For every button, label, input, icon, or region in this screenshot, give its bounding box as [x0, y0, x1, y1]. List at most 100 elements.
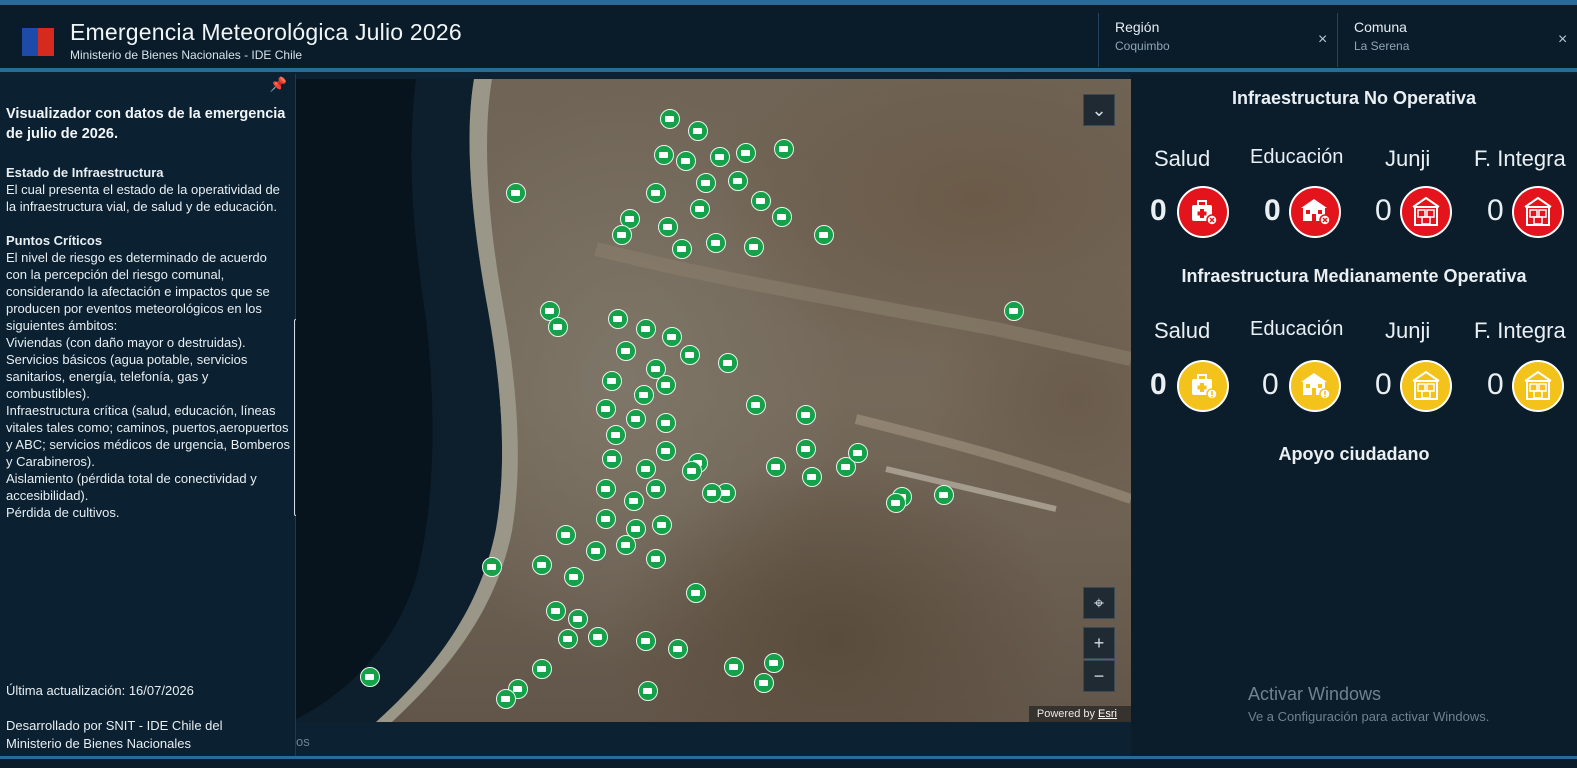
map-marker[interactable]: [662, 327, 682, 347]
map-marker[interactable]: [802, 467, 822, 487]
map-marker[interactable]: [660, 109, 680, 129]
esri-link[interactable]: Esri: [1098, 708, 1117, 720]
map-marker[interactable]: [558, 629, 578, 649]
map-marker[interactable]: [1004, 301, 1024, 321]
filter-region-label: Región: [1115, 19, 1160, 35]
map-marker[interactable]: [848, 443, 868, 463]
map-marker[interactable]: [568, 609, 588, 629]
map-marker[interactable]: [646, 479, 666, 499]
school-x-icon: [1289, 186, 1341, 238]
app-header: Emergencia Meteorológica Julio 2026 Mini…: [0, 0, 1577, 72]
medical-kit-warning-icon: [1177, 360, 1229, 412]
map-marker[interactable]: [796, 439, 816, 459]
map-marker[interactable]: [728, 171, 748, 191]
abc-blocks-icon: [1512, 360, 1564, 412]
map-marker[interactable]: [624, 491, 644, 511]
map-marker[interactable]: [676, 151, 696, 171]
map-marker[interactable]: [690, 199, 710, 219]
map-marker[interactable]: [796, 405, 816, 425]
map-marker[interactable]: [636, 459, 656, 479]
map-marker[interactable]: [718, 353, 738, 373]
map-marker[interactable]: [710, 147, 730, 167]
map-marker[interactable]: [548, 317, 568, 337]
bottom-bar: [0, 756, 1577, 768]
map-marker[interactable]: [672, 239, 692, 259]
attribution-prefix: Powered by: [1036, 708, 1099, 720]
map-marker[interactable]: [626, 409, 646, 429]
bottom-label: os: [296, 734, 310, 749]
map-marker[interactable]: [496, 689, 516, 709]
map-marker[interactable]: [546, 601, 566, 621]
map-marker[interactable]: [596, 479, 616, 499]
filter-region[interactable]: Región Coquimbo ×: [1115, 19, 1337, 63]
map-marker[interactable]: [656, 413, 676, 433]
map-view[interactable]: ⌄ ⌖ + − Powered by Esri: [296, 79, 1131, 722]
filter-comuna-clear-icon[interactable]: ×: [1558, 31, 1567, 49]
indicator-value: 0: [1150, 194, 1167, 227]
map-marker[interactable]: [688, 121, 708, 141]
map-marker[interactable]: [608, 309, 628, 329]
map-marker[interactable]: [706, 233, 726, 253]
expand-map-button[interactable]: ⌄: [1083, 94, 1115, 126]
info-panel-title: Visualizador con datos de la emergencia …: [6, 106, 286, 142]
map-marker[interactable]: [682, 461, 702, 481]
map-marker[interactable]: [766, 457, 786, 477]
locate-button[interactable]: ⌖: [1083, 587, 1115, 619]
map-marker[interactable]: [686, 583, 706, 603]
map-marker[interactable]: [934, 485, 954, 505]
map-marker[interactable]: [656, 441, 676, 461]
map-marker[interactable]: [654, 145, 674, 165]
map-marker[interactable]: [764, 653, 784, 673]
map-marker[interactable]: [602, 449, 622, 469]
map-marker[interactable]: [564, 567, 584, 587]
app-title: Emergencia Meteorológica Julio 2026: [70, 19, 462, 45]
map-marker[interactable]: [586, 541, 606, 561]
map-marker[interactable]: [596, 509, 616, 529]
map-marker[interactable]: [556, 525, 576, 545]
map-marker[interactable]: [602, 371, 622, 391]
map-marker[interactable]: [606, 425, 626, 445]
map-marker[interactable]: [814, 225, 834, 245]
map-marker[interactable]: [744, 237, 764, 257]
map-marker[interactable]: [638, 681, 658, 701]
map-marker[interactable]: [636, 631, 656, 651]
zoom-out-button[interactable]: −: [1083, 660, 1115, 692]
map-marker[interactable]: [506, 183, 526, 203]
map-marker[interactable]: [772, 207, 792, 227]
map-marker[interactable]: [616, 341, 636, 361]
section-heading: Estado de Infraestructura: [6, 165, 164, 180]
map-marker[interactable]: [616, 535, 636, 555]
last-updated: Última actualización: 16/07/2026: [6, 683, 194, 698]
map-marker[interactable]: [774, 139, 794, 159]
map-marker[interactable]: [634, 385, 654, 405]
map-marker[interactable]: [746, 395, 766, 415]
map-marker[interactable]: [636, 319, 656, 339]
map-marker[interactable]: [696, 173, 716, 193]
pin-icon[interactable]: 📌: [270, 76, 287, 93]
map-marker[interactable]: [702, 483, 722, 503]
map-marker[interactable]: [646, 549, 666, 569]
map-marker[interactable]: [736, 143, 756, 163]
map-marker[interactable]: [652, 515, 672, 535]
filter-comuna[interactable]: Comuna La Serena ×: [1354, 19, 1576, 63]
map-marker[interactable]: [754, 673, 774, 693]
map-marker[interactable]: [588, 627, 608, 647]
map-marker[interactable]: [482, 557, 502, 577]
map-marker[interactable]: [656, 375, 676, 395]
map-marker[interactable]: [532, 659, 552, 679]
zoom-in-button[interactable]: +: [1083, 627, 1115, 659]
map-marker[interactable]: [646, 183, 666, 203]
filter-region-clear-icon[interactable]: ×: [1318, 31, 1327, 49]
map-attribution: Powered by Esri: [1028, 706, 1131, 722]
map-marker[interactable]: [680, 345, 700, 365]
map-marker[interactable]: [532, 555, 552, 575]
map-marker[interactable]: [886, 493, 906, 513]
map-marker[interactable]: [612, 225, 632, 245]
map-marker[interactable]: [668, 639, 688, 659]
app-root: Emergencia Meteorológica Julio 2026 Mini…: [0, 0, 1577, 768]
map-marker[interactable]: [360, 667, 380, 687]
map-marker[interactable]: [724, 657, 744, 677]
map-marker[interactable]: [751, 191, 771, 211]
map-marker[interactable]: [596, 399, 616, 419]
map-marker[interactable]: [658, 217, 678, 237]
